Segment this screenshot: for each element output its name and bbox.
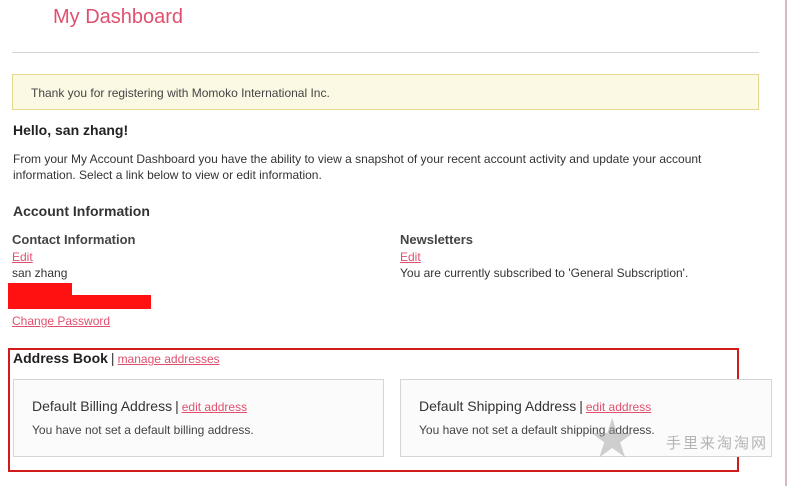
address-book-title: Address Book	[13, 350, 108, 366]
billing-address-message: You have not set a default billing addre…	[32, 423, 254, 437]
success-notice: Thank you for registering with Momoko In…	[12, 74, 759, 110]
address-book-separator: |	[110, 350, 115, 366]
dashboard-intro: From your My Account Dashboard you have …	[13, 152, 702, 182]
page-title: My Dashboard	[53, 6, 184, 28]
billing-address-heading: Default Billing Address	[32, 398, 173, 414]
title-divider	[12, 52, 759, 53]
greeting: Hello, san zhang!	[13, 122, 129, 138]
edit-billing-address-link[interactable]: edit address	[182, 400, 247, 414]
shipping-address-heading: Default Shipping Address	[419, 398, 577, 414]
watermark-star-icon: ★	[588, 409, 637, 469]
contact-information-block: Contact Information Edit san zhang	[12, 232, 372, 281]
shipping-separator: |	[579, 398, 583, 414]
redaction-bar	[8, 283, 72, 295]
manage-addresses-link[interactable]: manage addresses	[118, 352, 220, 366]
newsletters-edit-link[interactable]: Edit	[400, 250, 421, 264]
billing-separator: |	[175, 398, 179, 414]
contact-information-heading: Contact Information	[12, 232, 136, 247]
change-password-link[interactable]: Change Password	[12, 314, 110, 328]
newsletters-heading: Newsletters	[400, 232, 473, 247]
default-billing-address-box: Default Billing Address | edit address You…	[13, 379, 384, 457]
contact-edit-link[interactable]: Edit	[12, 250, 33, 264]
success-notice-text: Thank you for registering with Momoko In…	[31, 86, 330, 100]
redaction-bar	[8, 295, 151, 309]
newsletters-block: Newsletters Edit You are currently subsc…	[400, 232, 780, 281]
newsletter-status: You are currently subscribed to 'General…	[400, 266, 689, 280]
window-right-edge	[785, 0, 787, 486]
contact-name: san zhang	[12, 266, 68, 280]
account-information-title: Account Information	[13, 203, 150, 219]
watermark-text: 手里来淘淘网	[666, 434, 769, 452]
address-book-header: Address Book | manage addresses	[13, 350, 220, 366]
